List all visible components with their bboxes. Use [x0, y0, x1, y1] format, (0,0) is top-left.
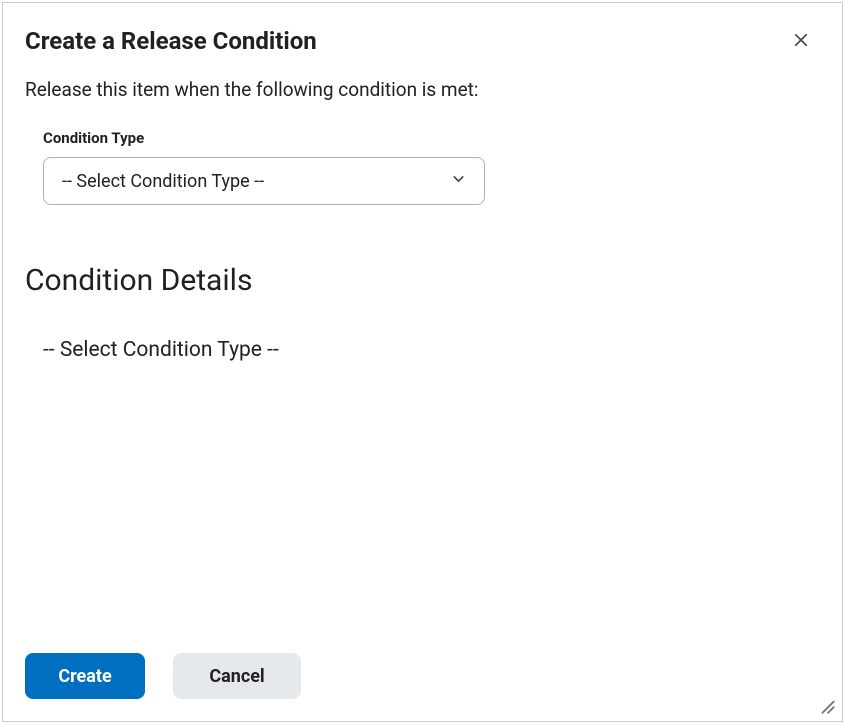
cancel-button[interactable]: Cancel — [173, 653, 301, 699]
dialog-title: Create a Release Condition — [25, 27, 317, 55]
dialog-header: Create a Release Condition — [3, 3, 842, 64]
condition-type-selected-value: -- Select Condition Type -- — [62, 171, 264, 192]
condition-type-select-wrapper: -- Select Condition Type -- — [43, 157, 485, 205]
condition-details-heading: Condition Details — [25, 263, 820, 298]
release-condition-dialog: Create a Release Condition Release this … — [2, 2, 843, 722]
condition-type-label: Condition Type — [43, 129, 820, 147]
condition-type-select[interactable]: -- Select Condition Type -- — [43, 157, 485, 205]
close-icon — [792, 31, 810, 52]
dialog-footer: Create Cancel — [3, 653, 842, 721]
dialog-body: Release this item when the following con… — [3, 64, 842, 653]
condition-details-placeholder: -- Select Condition Type -- — [43, 338, 820, 362]
create-button[interactable]: Create — [25, 653, 145, 699]
instruction-text: Release this item when the following con… — [25, 78, 820, 101]
condition-type-field: Condition Type -- Select Condition Type … — [43, 129, 820, 205]
close-button[interactable] — [788, 27, 814, 56]
